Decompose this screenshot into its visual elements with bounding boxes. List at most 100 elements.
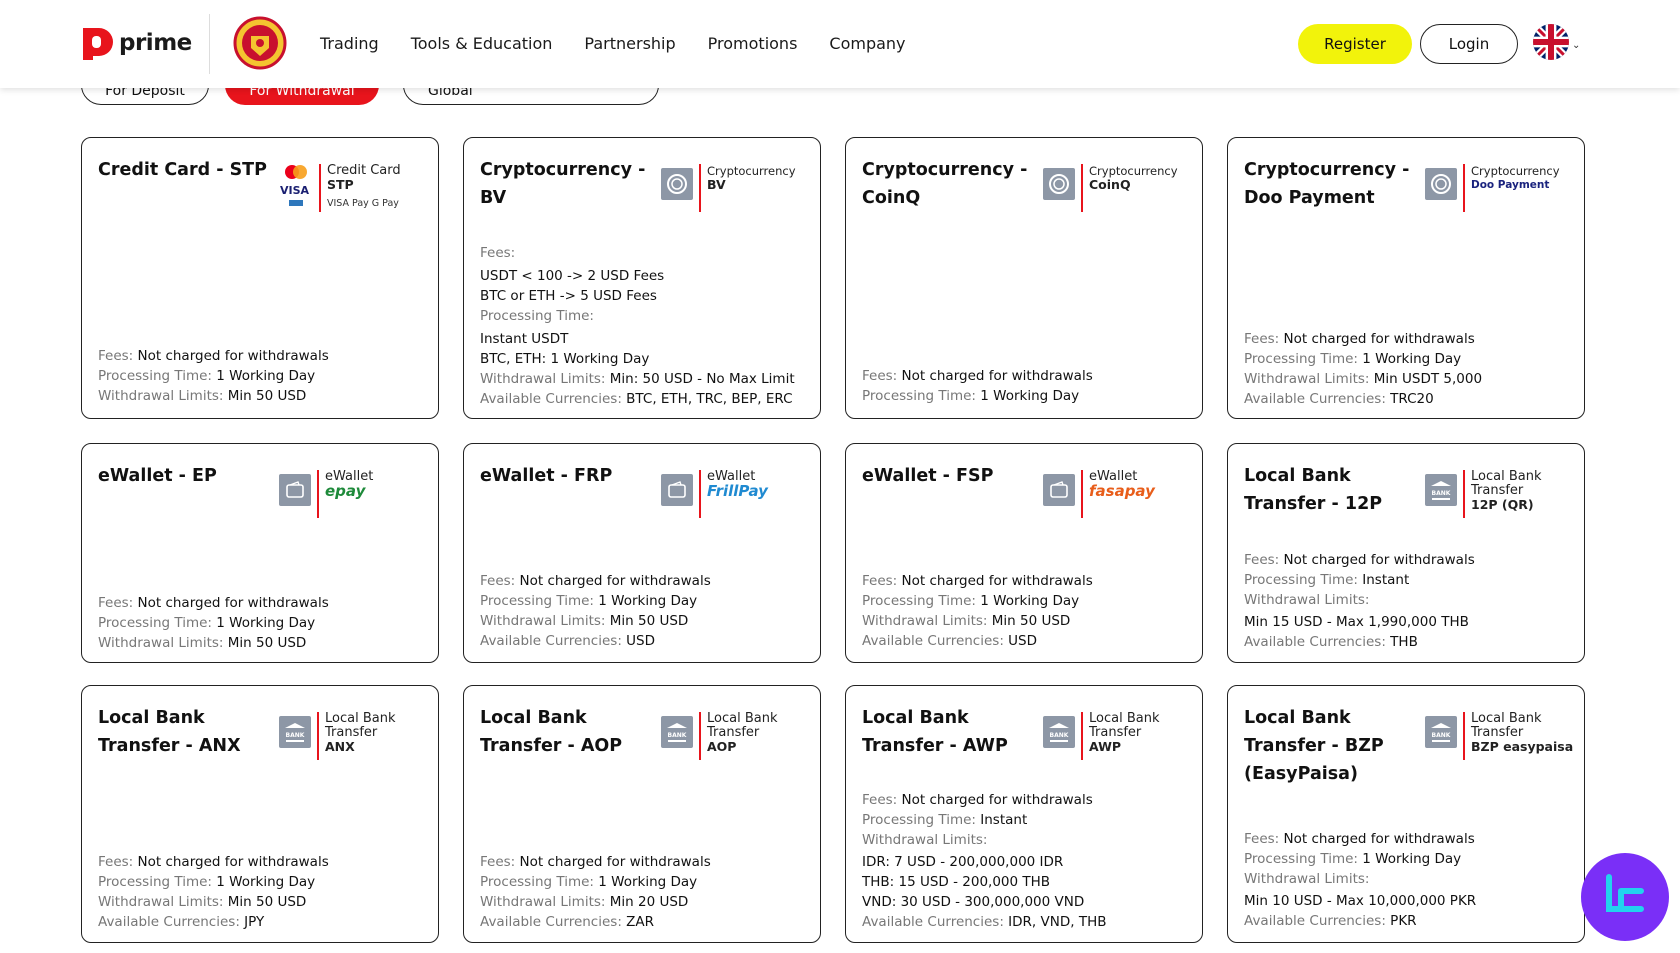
detail-row: Available Currencies: BTC, ETH, TRC, BEP… xyxy=(480,389,795,409)
bank-icon: BANK xyxy=(1425,474,1457,506)
prime-logo[interactable]: prime xyxy=(81,26,192,60)
site-header: prime Trading Tools & Education Partners… xyxy=(0,0,1680,88)
detail-row: Available Currencies: IDR, VND, THB xyxy=(862,912,1106,932)
badge-separator xyxy=(1463,164,1465,212)
detail-row: Fees: Not charged for withdrawals xyxy=(480,571,711,591)
card-details: Fees: Not charged for withdrawals Process… xyxy=(98,346,329,406)
badge-line: Local Bank xyxy=(1471,469,1542,484)
detail-row: Processing Time: 1 Working Day xyxy=(98,872,329,892)
payment-method-card[interactable]: eWallet - FRP eWallet FrillPay Fees: Not ch… xyxy=(463,443,821,663)
payment-method-card[interactable]: eWallet - FSP eWallet fasapay Fees: Not cha… xyxy=(845,443,1203,663)
nav-partnership[interactable]: Partnership xyxy=(584,34,675,53)
badge-line: Local Bank xyxy=(1089,711,1160,726)
payment-method-card[interactable]: Cryptocurrency - CoinQ Cryptocurrency Coin… xyxy=(845,137,1203,419)
detail-row: Fees: xyxy=(480,243,795,263)
detail-value: Not charged for withdrawals xyxy=(519,573,711,589)
badge-text: eWallet epay xyxy=(325,470,373,499)
payment-method-card[interactable]: Local Bank Transfer - AOP BANK Local Bank T… xyxy=(463,685,821,943)
uk-flag-icon[interactable] xyxy=(1533,24,1569,60)
detail-value: USD xyxy=(626,633,656,649)
detail-value: 1 Working Day xyxy=(216,874,316,890)
svg-text:BANK: BANK xyxy=(668,732,687,739)
detail-row: BTC, ETH: 1 Working Day xyxy=(480,349,795,369)
register-button[interactable]: Register xyxy=(1298,24,1412,64)
chat-widget-button[interactable] xyxy=(1581,853,1669,941)
payment-method-card[interactable]: Local Bank Transfer - BZP (EasyPaisa) BAN… xyxy=(1227,685,1585,943)
payment-method-card[interactable]: Credit Card - STP VISA Credit Card STP VISA … xyxy=(81,137,439,419)
detail-label: Fees: xyxy=(1244,331,1284,347)
badge-line: Local Bank xyxy=(325,711,396,726)
card-brands-icon: VISA xyxy=(279,164,313,212)
card-details: Fees: Not charged for withdrawals Process… xyxy=(862,571,1093,651)
logo-text: prime xyxy=(119,30,192,56)
detail-label: Processing Time: xyxy=(98,874,217,890)
bank-icon: BANK xyxy=(279,716,311,748)
detail-label: Fees: xyxy=(98,854,138,870)
detail-label: Fees: xyxy=(1244,831,1284,847)
badge-line: Local Bank xyxy=(707,711,778,726)
detail-value: Min 20 USD xyxy=(609,894,689,910)
payment-method-badge: Cryptocurrency BV xyxy=(661,164,796,212)
detail-row: Min 15 USD - Max 1,990,000 THB xyxy=(1244,612,1475,632)
detail-row: Withdrawal Limits: xyxy=(1244,869,1476,889)
detail-label: Processing Time: xyxy=(1244,351,1363,367)
detail-row: Available Currencies: TRC20 xyxy=(1244,389,1482,409)
badge-separator xyxy=(699,470,701,518)
detail-label: Withdrawal Limits: xyxy=(480,613,610,629)
payment-method-card[interactable]: Cryptocurrency - BV Cryptocurrency BV Fees:… xyxy=(463,137,821,419)
nav-trading[interactable]: Trading xyxy=(320,34,379,53)
detail-row: Fees: Not charged for withdrawals xyxy=(1244,550,1475,570)
detail-label: Withdrawal Limits: xyxy=(862,613,992,629)
badge-provider: AWP xyxy=(1089,739,1122,754)
detail-value: THB: 15 USD - 200,000 THB xyxy=(862,874,1051,890)
payment-method-card[interactable]: Cryptocurrency - Doo Payment Cryptocurren… xyxy=(1227,137,1585,419)
wallet-icon xyxy=(661,474,693,506)
detail-value: 1 Working Day xyxy=(216,615,316,631)
badge-text: Cryptocurrency Doo Payment xyxy=(1471,164,1560,192)
badge-line: Cryptocurrency xyxy=(707,164,796,178)
svg-text:BANK: BANK xyxy=(286,732,305,739)
payment-method-card[interactable]: Local Bank Transfer - 12P BANK Local Bank T… xyxy=(1227,443,1585,663)
nav-tools-education[interactable]: Tools & Education xyxy=(411,34,553,53)
detail-value: Not charged for withdrawals xyxy=(1283,331,1475,347)
nav-promotions[interactable]: Promotions xyxy=(708,34,798,53)
detail-label: Withdrawal Limits: xyxy=(1244,871,1370,887)
badge-text: Local Bank Transfer ANX xyxy=(325,712,395,754)
detail-row: Processing Time: 1 Working Day xyxy=(862,386,1093,406)
detail-row: Processing Time: Instant xyxy=(1244,570,1475,590)
crypto-coin-icon xyxy=(1425,168,1457,200)
detail-row: Processing Time: Instant xyxy=(862,810,1106,830)
detail-label: Fees: xyxy=(1244,552,1284,568)
detail-row: Withdrawal Limits: Min 20 USD xyxy=(480,892,711,912)
detail-label: Processing Time: xyxy=(480,874,599,890)
payment-method-card[interactable]: Local Bank Transfer - ANX BANK Local Bank T… xyxy=(81,685,439,943)
payment-method-badge: Cryptocurrency CoinQ xyxy=(1043,164,1178,212)
badge-provider: BZP easypaisa xyxy=(1471,739,1574,754)
detail-row: Fees: Not charged for withdrawals xyxy=(98,852,329,872)
detail-value: THB xyxy=(1390,634,1418,650)
card-title: Cryptocurrency - Doo Payment xyxy=(1244,160,1410,208)
svg-text:BANK: BANK xyxy=(1432,490,1451,497)
badge-extra: VISA Pay G Pay xyxy=(327,198,399,209)
detail-label: Available Currencies: xyxy=(862,914,1009,930)
chevron-down-icon[interactable]: ⌄ xyxy=(1572,40,1580,51)
detail-row: Processing Time: 1 Working Day xyxy=(1244,849,1476,869)
detail-value: Not charged for withdrawals xyxy=(1283,552,1475,568)
card-details: Fees: Not charged for withdrawals Process… xyxy=(1244,329,1482,409)
payment-method-card[interactable]: eWallet - EP eWallet epay Fees: Not charged… xyxy=(81,443,439,663)
card-title: Local Bank Transfer - 12P xyxy=(1244,466,1383,514)
badge-text: Credit Card STP VISA Pay G Pay xyxy=(327,164,401,211)
detail-row: Withdrawal Limits: xyxy=(1244,590,1475,610)
svg-text:BANK: BANK xyxy=(1050,732,1069,739)
detail-label: Available Currencies: xyxy=(480,914,627,930)
detail-value: 1 Working Day xyxy=(980,388,1080,404)
bank-icon: BANK xyxy=(661,716,693,748)
detail-label: Fees: xyxy=(862,792,902,808)
detail-value: 1 Working Day xyxy=(980,593,1080,609)
card-details: Fees: Not charged for withdrawals Process… xyxy=(480,571,711,651)
badge-provider: CoinQ xyxy=(1089,177,1131,192)
detail-label: Withdrawal Limits: xyxy=(1244,592,1370,608)
nav-company[interactable]: Company xyxy=(829,34,905,53)
payment-method-card[interactable]: Local Bank Transfer - AWP BANK Local Bank T… xyxy=(845,685,1203,943)
login-button[interactable]: Login xyxy=(1420,24,1518,64)
